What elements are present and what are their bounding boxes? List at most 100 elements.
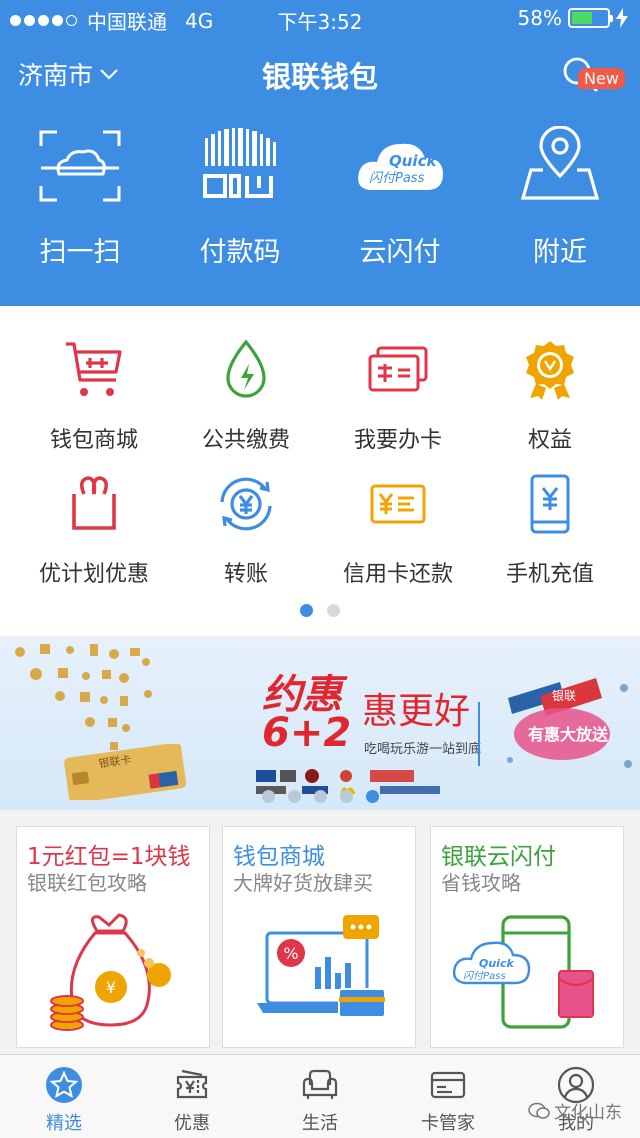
quick-action-label: 云闪付: [359, 237, 441, 268]
phone-recharge-icon: [530, 474, 570, 534]
banner-pager-dot[interactable]: [287, 790, 301, 803]
transfer-icon: [220, 477, 272, 531]
promo-card-title: 钱包商城: [233, 844, 325, 870]
service-transfer[interactable]: 转账: [170, 472, 322, 588]
services-grid: 钱包商城 公共缴费 我要办卡 权益 优计划优惠 转账 信用卡还款 手机充值: [0, 306, 640, 636]
quickpass-logo-text-2: 闪付Pass: [369, 171, 425, 186]
promo-card-wallet-mall[interactable]: 钱包商城 大牌好货放肆买 %: [222, 826, 416, 1048]
svg-text:Quick: Quick: [479, 957, 514, 970]
card-manager-icon: [430, 1071, 466, 1099]
new-badge: New: [578, 68, 625, 89]
tab-offers[interactable]: 优惠: [128, 1055, 256, 1138]
promo-card-subtitle: 银联红包攻略: [27, 871, 147, 895]
charging-icon: [616, 8, 628, 28]
service-label: 公共缴费: [201, 428, 290, 453]
promo-card-title: 1元红包=1块钱: [27, 844, 191, 870]
tab-life[interactable]: 生活: [256, 1055, 384, 1138]
service-label: 权益: [527, 428, 572, 453]
battery-icon: [568, 8, 613, 28]
coupon-icon: [176, 1069, 208, 1099]
service-label: 转账: [223, 562, 268, 587]
payment-code-icon: [203, 128, 276, 198]
banner-side-graphic: 银联 有惠大放送: [507, 678, 632, 768]
battery-percent: 58%: [517, 6, 562, 30]
service-label: 钱包商城: [49, 428, 138, 453]
tab-bar: 精选 优惠 生活 卡管家 我的: [0, 1054, 640, 1138]
quick-action-scan[interactable]: 扫一扫: [0, 126, 160, 269]
service-label: 优计划优惠: [38, 562, 149, 587]
tab-label: 优惠: [174, 1113, 210, 1134]
svg-text:闪付Pass: 闪付Pass: [463, 970, 506, 982]
service-label: 信用卡还款: [342, 562, 453, 587]
credit-card-repay-icon: [370, 484, 426, 524]
banner-pager-dot[interactable]: [339, 790, 353, 803]
service-label: 手机充值: [505, 562, 594, 587]
promo-card-subtitle: 大牌好货放肆买: [233, 871, 373, 895]
banner-pager-dot[interactable]: [313, 790, 327, 803]
tab-label: 精选: [46, 1113, 82, 1134]
banner-headline-2: 6+2: [262, 710, 352, 756]
cart-icon: [66, 342, 122, 396]
wechat-icon: [528, 1102, 550, 1119]
service-phone-recharge[interactable]: 手机充值: [474, 472, 626, 588]
status-right: 58%: [518, 6, 628, 30]
banner-pager-dot-active[interactable]: [365, 790, 379, 803]
quick-action-quickpass[interactable]: Quick 闪付Pass 云闪付: [320, 126, 480, 269]
quick-action-label: 扫一扫: [39, 237, 121, 268]
banner-side-tag: 银联: [552, 689, 576, 703]
quick-action-label: 附近: [533, 237, 587, 268]
tab-card-manager[interactable]: 卡管家: [384, 1055, 512, 1138]
gift-icon: [72, 476, 116, 530]
service-label: 我要办卡: [353, 428, 442, 453]
service-apply-card[interactable]: 我要办卡: [322, 338, 474, 454]
nearby-icon: [520, 126, 600, 200]
banner-slogan: 吃喝玩乐游一站到底: [364, 742, 482, 757]
star-icon: [46, 1067, 82, 1103]
sofa-icon: [302, 1069, 338, 1099]
service-wallet-mall[interactable]: 钱包商城: [18, 338, 170, 454]
utility-drop-icon: [226, 339, 266, 398]
promo-banner[interactable]: 银联卡 约惠 6+2 惠更好 吃喝玩乐游一站到底 银联 有惠大放送: [0, 638, 640, 810]
city-name: 济南市: [18, 61, 94, 90]
promo-card-subtitle: 省钱攻略: [441, 871, 521, 895]
tab-profile[interactable]: 我的: [512, 1055, 640, 1138]
quick-action-payment-code[interactable]: 付款码: [160, 126, 320, 269]
tab-label: 生活: [302, 1113, 338, 1134]
svg-text:%: %: [283, 944, 298, 963]
quick-action-nearby[interactable]: 附近: [480, 126, 640, 269]
services-pager: [0, 604, 640, 617]
quick-actions: 扫一扫 付款码 Quick 闪付Pass 云闪付 附近: [0, 126, 640, 269]
medal-icon: [526, 341, 574, 400]
banner-side-text: 有惠大放送: [528, 725, 609, 744]
service-credit-card-repay[interactable]: 信用卡还款: [322, 472, 474, 588]
quick-action-label: 付款码: [199, 237, 281, 268]
watermark: 文化山东: [528, 1098, 622, 1123]
promo-card-title: 银联云闪付: [441, 844, 556, 870]
service-plan-discount[interactable]: 优计划优惠: [18, 472, 170, 588]
apply-card-icon: [368, 346, 428, 392]
chevron-down-icon: [100, 69, 118, 80]
tab-featured[interactable]: 精选: [0, 1055, 128, 1138]
services-row-2: 优计划优惠 转账 信用卡还款 手机充值: [18, 472, 640, 588]
service-benefits[interactable]: 权益: [474, 338, 626, 454]
city-selector[interactable]: 济南市: [18, 56, 119, 92]
status-bar: 中国联通 4G 下午3:52 58%: [0, 0, 640, 38]
service-utility-payment[interactable]: 公共缴费: [170, 338, 322, 454]
banner-headline-3: 惠更好: [362, 691, 471, 732]
banner-pager: [0, 790, 640, 803]
pager-dot[interactable]: [327, 604, 340, 617]
banner-pager-dot[interactable]: [261, 790, 275, 803]
promo-card-quickpass[interactable]: 银联云闪付 省钱攻略 Quick 闪付Pass: [430, 826, 624, 1048]
banner-divider: [478, 702, 480, 766]
promo-cards: 1元红包=1块钱 银联红包攻略 ¥ 钱包商城 大牌好货放肆买 % 银联云闪付 省…: [0, 810, 640, 1054]
services-row-1: 钱包商城 公共缴费 我要办卡 权益: [18, 338, 640, 454]
watermark-text: 文化山东: [554, 1103, 622, 1123]
phone-quickpass-icon: Quick 闪付Pass: [452, 915, 594, 1029]
tab-label: 卡管家: [421, 1113, 475, 1134]
promo-card-red-packet[interactable]: 1元红包=1块钱 银联红包攻略 ¥: [16, 826, 210, 1048]
money-bag-icon: ¥: [50, 913, 171, 1031]
shopping-screen-icon: %: [257, 915, 386, 1018]
pager-dot-active[interactable]: [300, 604, 313, 617]
quickpass-logo-text-1: Quick: [389, 152, 437, 170]
quickpass-icon: Quick 闪付Pass: [358, 143, 443, 190]
